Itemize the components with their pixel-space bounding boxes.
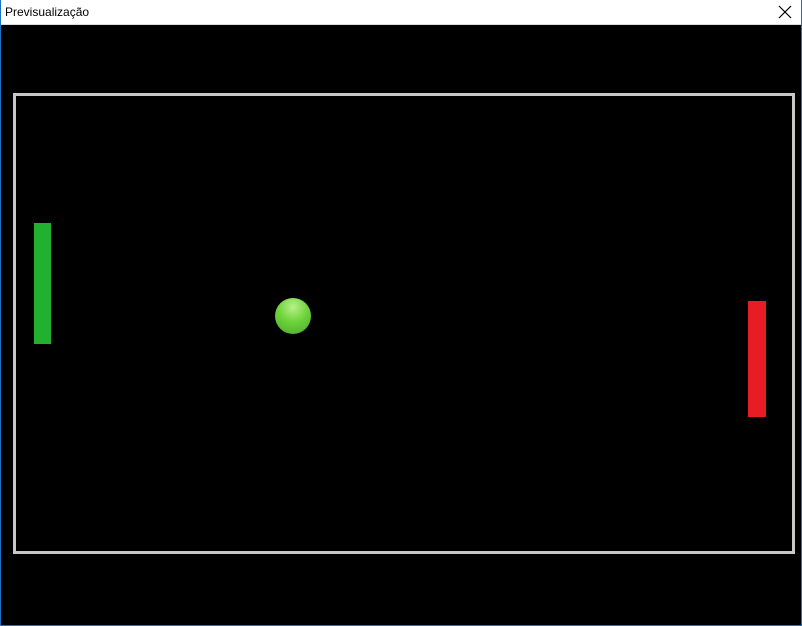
right-paddle [748, 301, 766, 417]
left-paddle [34, 223, 51, 344]
game-canvas[interactable] [1, 25, 801, 625]
window-title: Previsualização [5, 5, 90, 19]
close-icon [778, 5, 792, 19]
court-boundary [13, 93, 795, 554]
close-button[interactable] [769, 0, 801, 24]
app-window: Previsualização [0, 0, 802, 626]
title-bar[interactable]: Previsualização [1, 0, 801, 25]
ball [275, 298, 311, 334]
